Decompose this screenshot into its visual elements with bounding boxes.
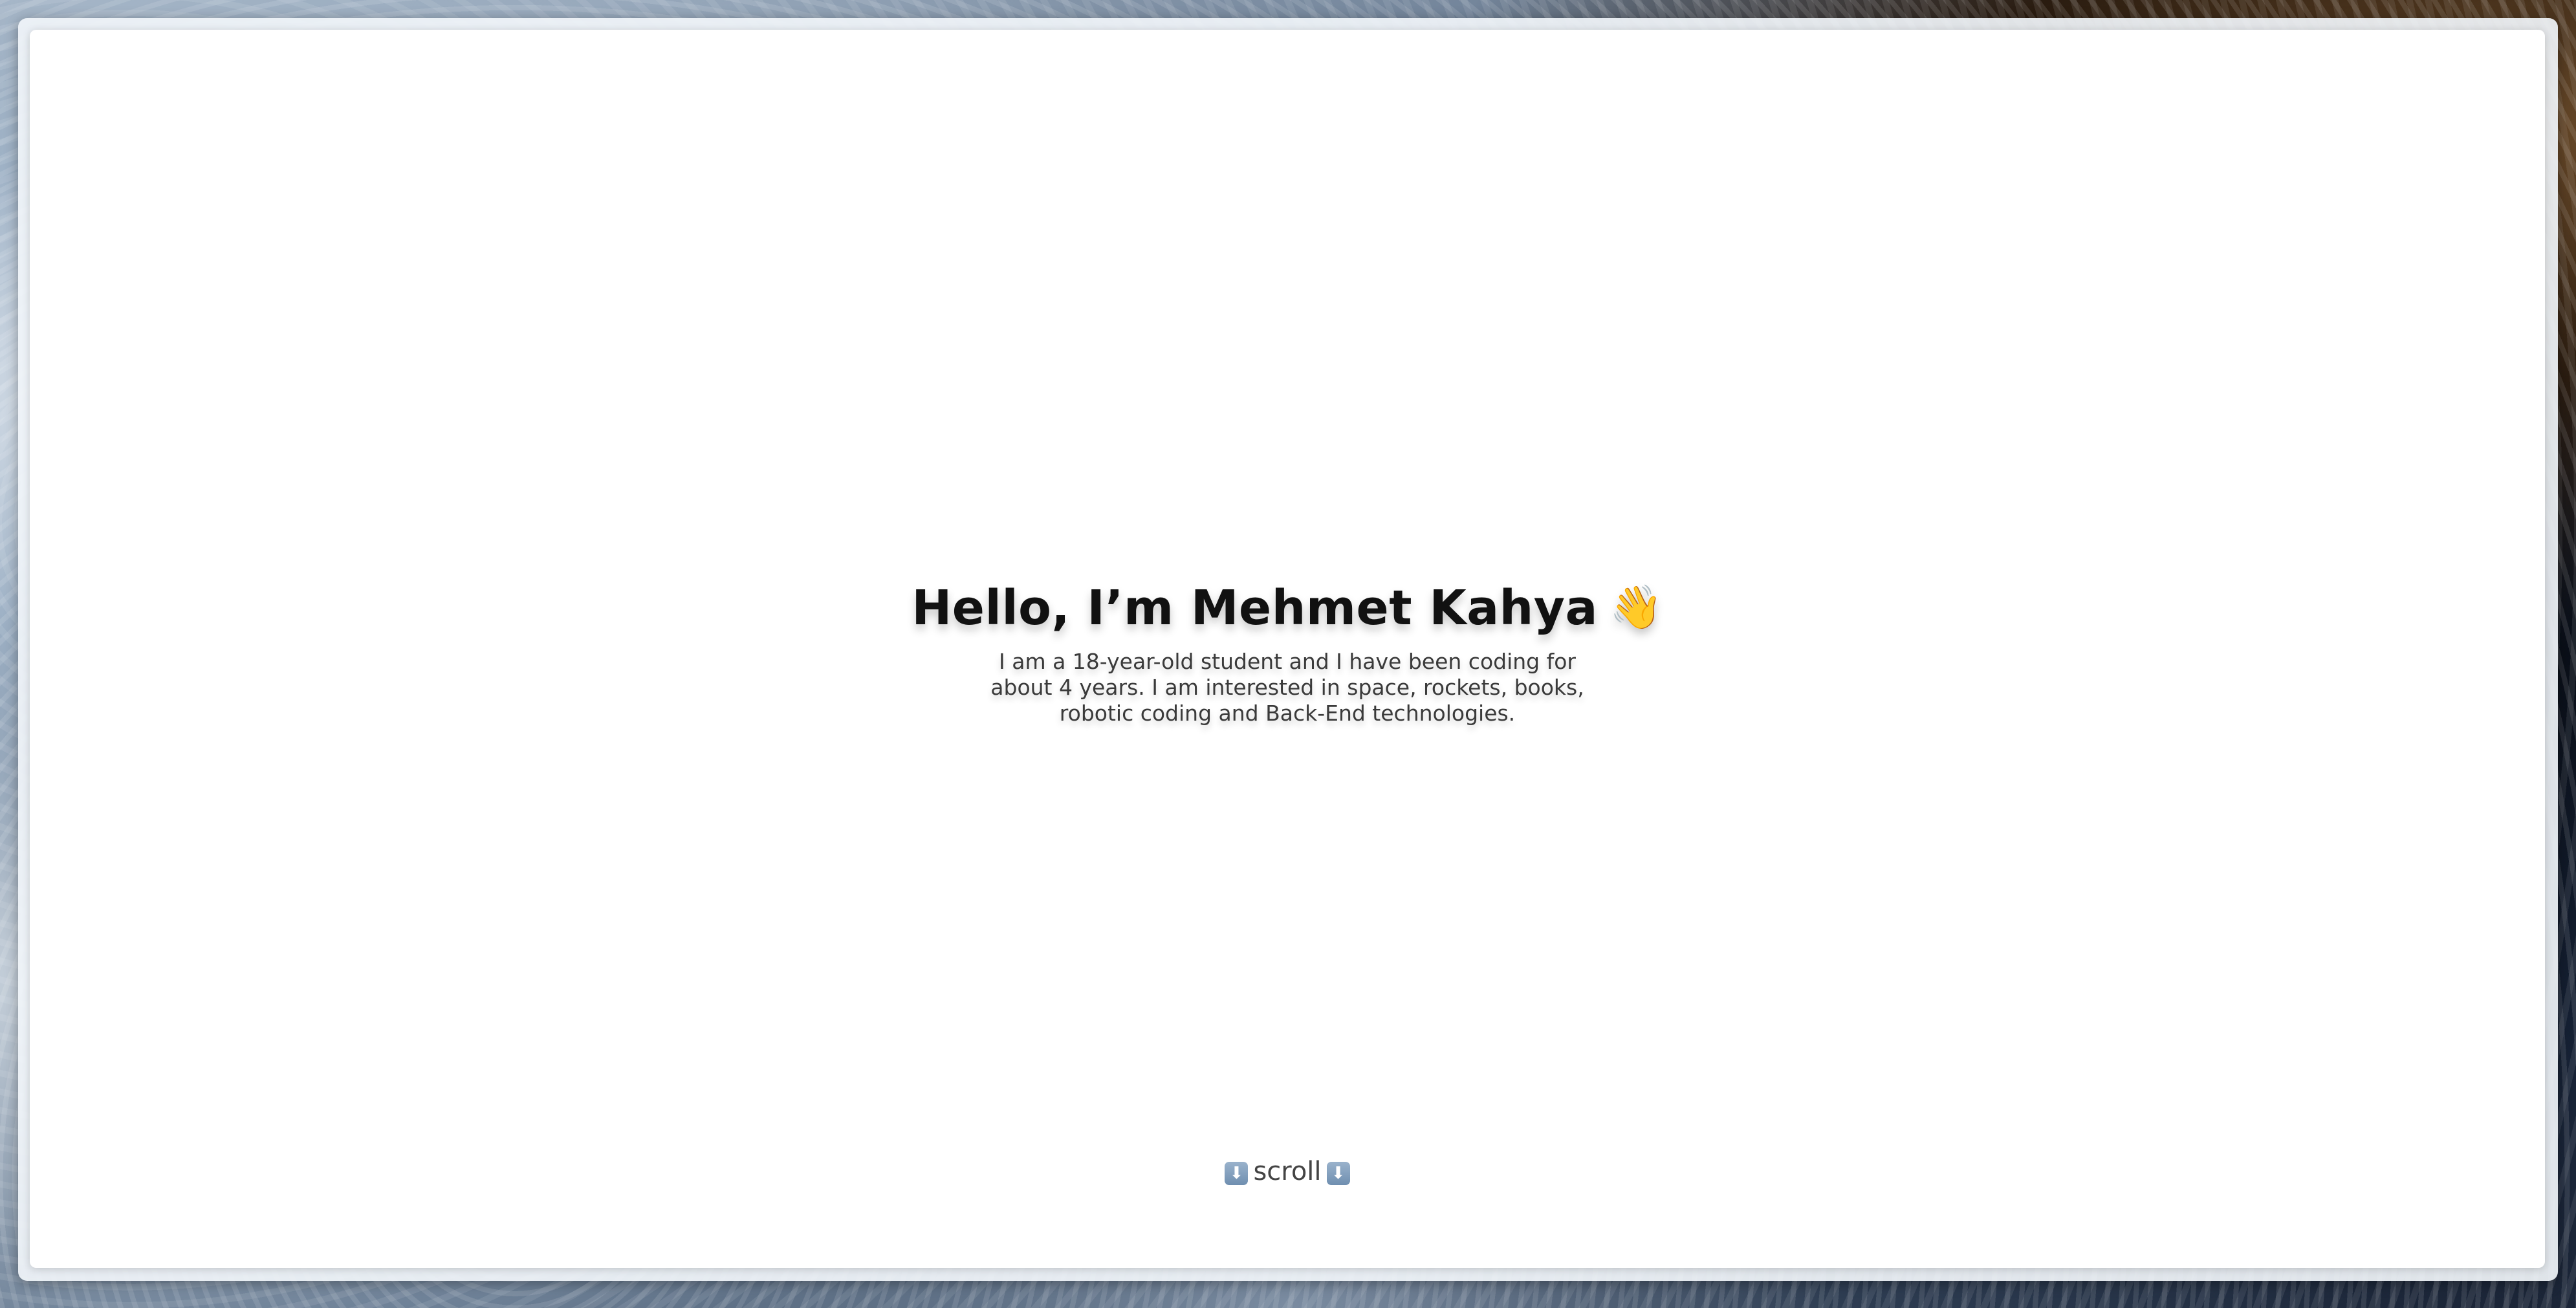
waving-hand-icon: 👋 [1609, 582, 1663, 632]
window-frame: Hello, I’m Mehmet Kahya 👋 I am a 18-year-… [18, 18, 2558, 1281]
page-title: Hello, I’m Mehmet Kahya 👋 [30, 580, 2545, 637]
hero-section: Hello, I’m Mehmet Kahya 👋 I am a 18-year-… [30, 580, 2545, 726]
page-title-text: Hello, I’m Mehmet Kahya [911, 580, 1598, 636]
down-arrow-icon: ⬇ [1326, 1162, 1350, 1185]
scroll-hint[interactable]: ⬇ scroll ⬇ [30, 1157, 2545, 1186]
down-arrow-icon: ⬇ [1225, 1162, 1249, 1185]
main-card: Hello, I’m Mehmet Kahya 👋 I am a 18-year-… [30, 30, 2545, 1268]
intro-description: I am a 18-year-old student and I have be… [990, 648, 1584, 726]
scroll-label: scroll [1253, 1157, 1322, 1186]
